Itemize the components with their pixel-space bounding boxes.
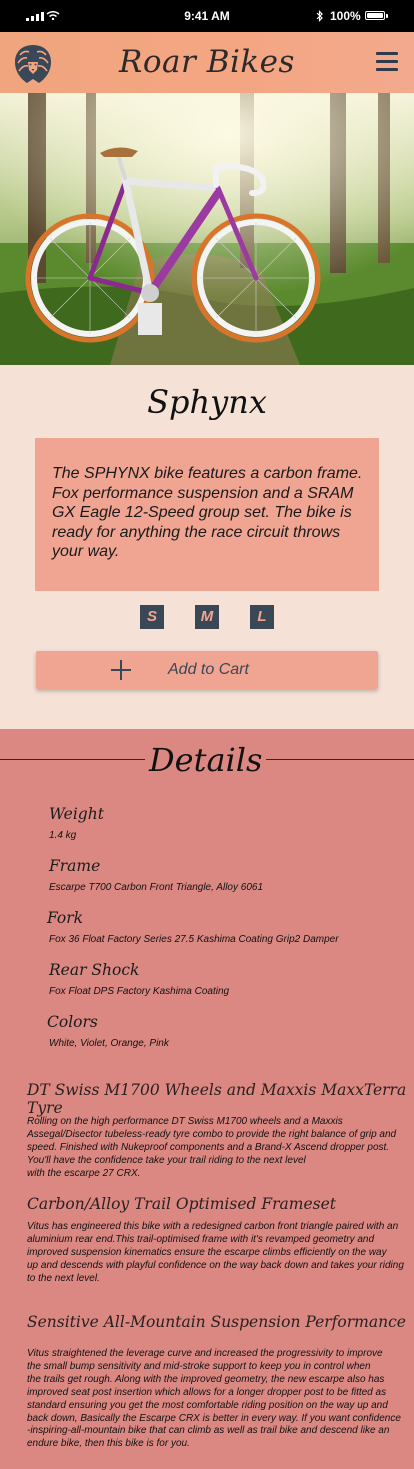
bluetooth-icon xyxy=(316,10,323,22)
product-description: The SPHYNX bike features a carbon frame.… xyxy=(52,465,363,560)
spec-value-fork: Fox 36 Float Factory Series 27.5 Kashima… xyxy=(49,934,339,945)
feature-title-wheels: DT Swiss M1700 Wheels and Maxxis MaxxTer… xyxy=(27,1081,407,1117)
battery-percent: 100% xyxy=(330,9,361,23)
product-title: Sphynx xyxy=(147,383,267,421)
hamburger-menu-icon[interactable] xyxy=(376,52,398,72)
status-bar: 9:41 AM 100% xyxy=(0,0,414,32)
feature-body-frameset: Vitus has engineered this bike with a re… xyxy=(27,1221,404,1284)
spec-value-rear-shock: Fox Float DPS Factory Kashima Coating xyxy=(49,986,230,997)
spec-label-colors: Colors xyxy=(47,1013,98,1031)
spec-value-frame: Escarpe T700 Carbon Front Triangle, Allo… xyxy=(49,882,263,893)
hero-bike-image xyxy=(0,93,414,365)
plus-icon xyxy=(111,660,131,680)
app-header: Roar Bikes xyxy=(0,32,414,93)
spec-value-colors: White, Violet, Orange, Pink xyxy=(49,1038,169,1049)
size-option-s[interactable]: S xyxy=(140,605,164,629)
feature-title-frameset: Carbon/Alloy Trail Optimised Frameset xyxy=(27,1195,337,1213)
battery-icon xyxy=(365,11,388,20)
spec-value-weight: 1.4 kg xyxy=(49,830,77,841)
add-to-cart-button[interactable]: Add to Cart xyxy=(36,651,378,689)
spec-label-fork: Fork xyxy=(47,909,84,927)
add-to-cart-label: Add to Cart xyxy=(168,661,249,678)
spec-label-rear-shock: Rear Shock xyxy=(49,961,140,979)
details-section: Details Weight 1.4 kg Frame Escarpe T700… xyxy=(0,729,414,1469)
feature-body-suspension: Vitus straightened the leverage curve an… xyxy=(27,1348,401,1450)
feature-title-suspension: Sensitive All-Mountain Suspension Perfor… xyxy=(27,1313,406,1331)
size-option-l[interactable]: L xyxy=(250,605,274,629)
feature-body-wheels: Rolling on the high performance DT Swiss… xyxy=(27,1116,397,1179)
product-description-card: The SPHYNX bike features a carbon frame.… xyxy=(35,438,379,591)
details-heading: Details xyxy=(145,741,267,779)
spec-label-weight: Weight xyxy=(49,805,104,823)
spec-label-frame: Frame xyxy=(49,857,101,875)
size-option-m[interactable]: M xyxy=(195,605,219,629)
brand-title: Roar Bikes xyxy=(119,44,295,80)
